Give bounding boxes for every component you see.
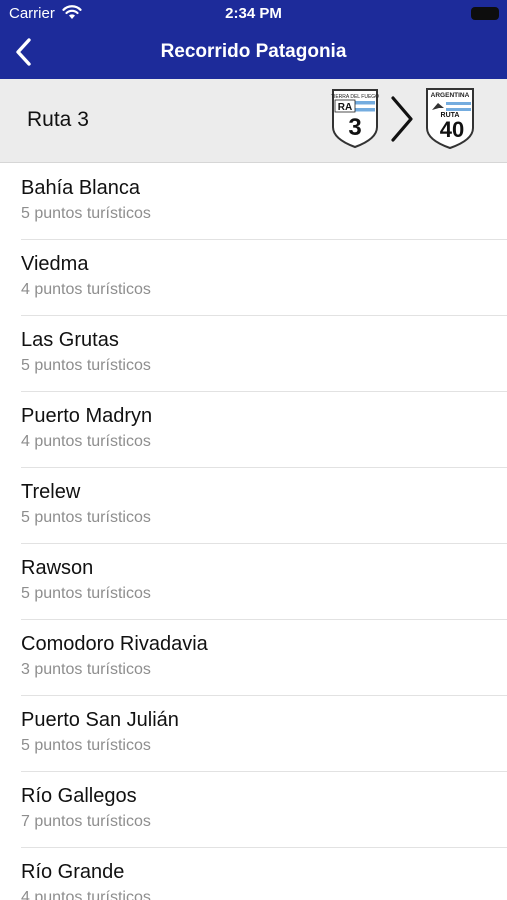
nav-title: Recorrido Patagonia <box>160 41 347 62</box>
list-item[interactable]: Puerto Madryn 4 puntos turísticos <box>0 392 507 468</box>
sign-top-text: TIERRA DEL FUEGO <box>331 94 379 100</box>
status-bar: Carrier 2:34 PM <box>0 0 507 28</box>
city-name: Rawson <box>21 557 94 579</box>
city-name: Puerto San Julián <box>21 709 179 731</box>
sign-code: RA <box>338 102 352 113</box>
city-list: Bahía Blanca 5 puntos turísticos Viedma 4 p… <box>0 164 507 900</box>
route-header: Ruta 3 TIERRA DEL FUEGO RA 3 ARGENTINA R… <box>0 79 507 163</box>
route-40-sign-icon: ARGENTINA RUTA 40 <box>426 88 474 150</box>
sign-top-text: ARGENTINA <box>431 92 470 99</box>
city-name: Río Grande <box>21 861 125 883</box>
city-name: Las Grutas <box>21 329 119 351</box>
city-points: 5 puntos turísticos <box>21 737 151 754</box>
status-time: 2:34 PM <box>225 5 282 22</box>
city-points: 5 puntos turísticos <box>21 585 151 602</box>
city-points: 5 puntos turísticos <box>21 509 151 526</box>
sign-number: 40 <box>440 117 464 142</box>
sign-number: 3 <box>348 114 361 141</box>
city-points: 4 puntos turísticos <box>21 889 151 900</box>
city-points: 4 puntos turísticos <box>21 281 151 298</box>
city-points: 5 puntos turísticos <box>21 205 151 222</box>
city-points: 7 puntos turísticos <box>21 813 151 830</box>
list-item[interactable]: Trelew 5 puntos turísticos <box>0 468 507 544</box>
top-bar: Carrier 2:34 PM Recorrido Patagonia <box>0 0 507 79</box>
list-item[interactable]: Rawson 5 puntos turísticos <box>0 544 507 620</box>
city-name: Comodoro Rivadavia <box>21 633 208 655</box>
list-item[interactable]: Río Gallegos 7 puntos turísticos <box>0 772 507 848</box>
battery-icon <box>471 7 499 20</box>
list-item[interactable]: Viedma 4 puntos turísticos <box>0 240 507 316</box>
list-item[interactable]: Comodoro Rivadavia 3 puntos turísticos <box>0 620 507 696</box>
route-3-sign-icon: TIERRA DEL FUEGO RA 3 <box>331 89 379 149</box>
city-points: 5 puntos turísticos <box>21 357 151 374</box>
city-name: Puerto Madryn <box>21 405 153 427</box>
navigation-bar: Recorrido Patagonia <box>0 28 507 79</box>
list-item[interactable]: Puerto San Julián 5 puntos turísticos <box>0 696 507 772</box>
city-name: Trelew <box>21 481 81 503</box>
chevron-right-icon <box>391 96 413 142</box>
city-name: Viedma <box>21 253 89 275</box>
city-name: Río Gallegos <box>21 785 137 807</box>
city-name: Bahía Blanca <box>21 177 140 199</box>
list-item[interactable]: Bahía Blanca 5 puntos turísticos <box>0 164 507 240</box>
city-points: 3 puntos turísticos <box>21 661 151 678</box>
list-item[interactable]: Las Grutas 5 puntos turísticos <box>0 316 507 392</box>
city-points: 4 puntos turísticos <box>21 433 151 450</box>
route-label: Ruta 3 <box>27 108 89 131</box>
list-item[interactable]: Río Grande 4 puntos turísticos <box>0 848 507 900</box>
